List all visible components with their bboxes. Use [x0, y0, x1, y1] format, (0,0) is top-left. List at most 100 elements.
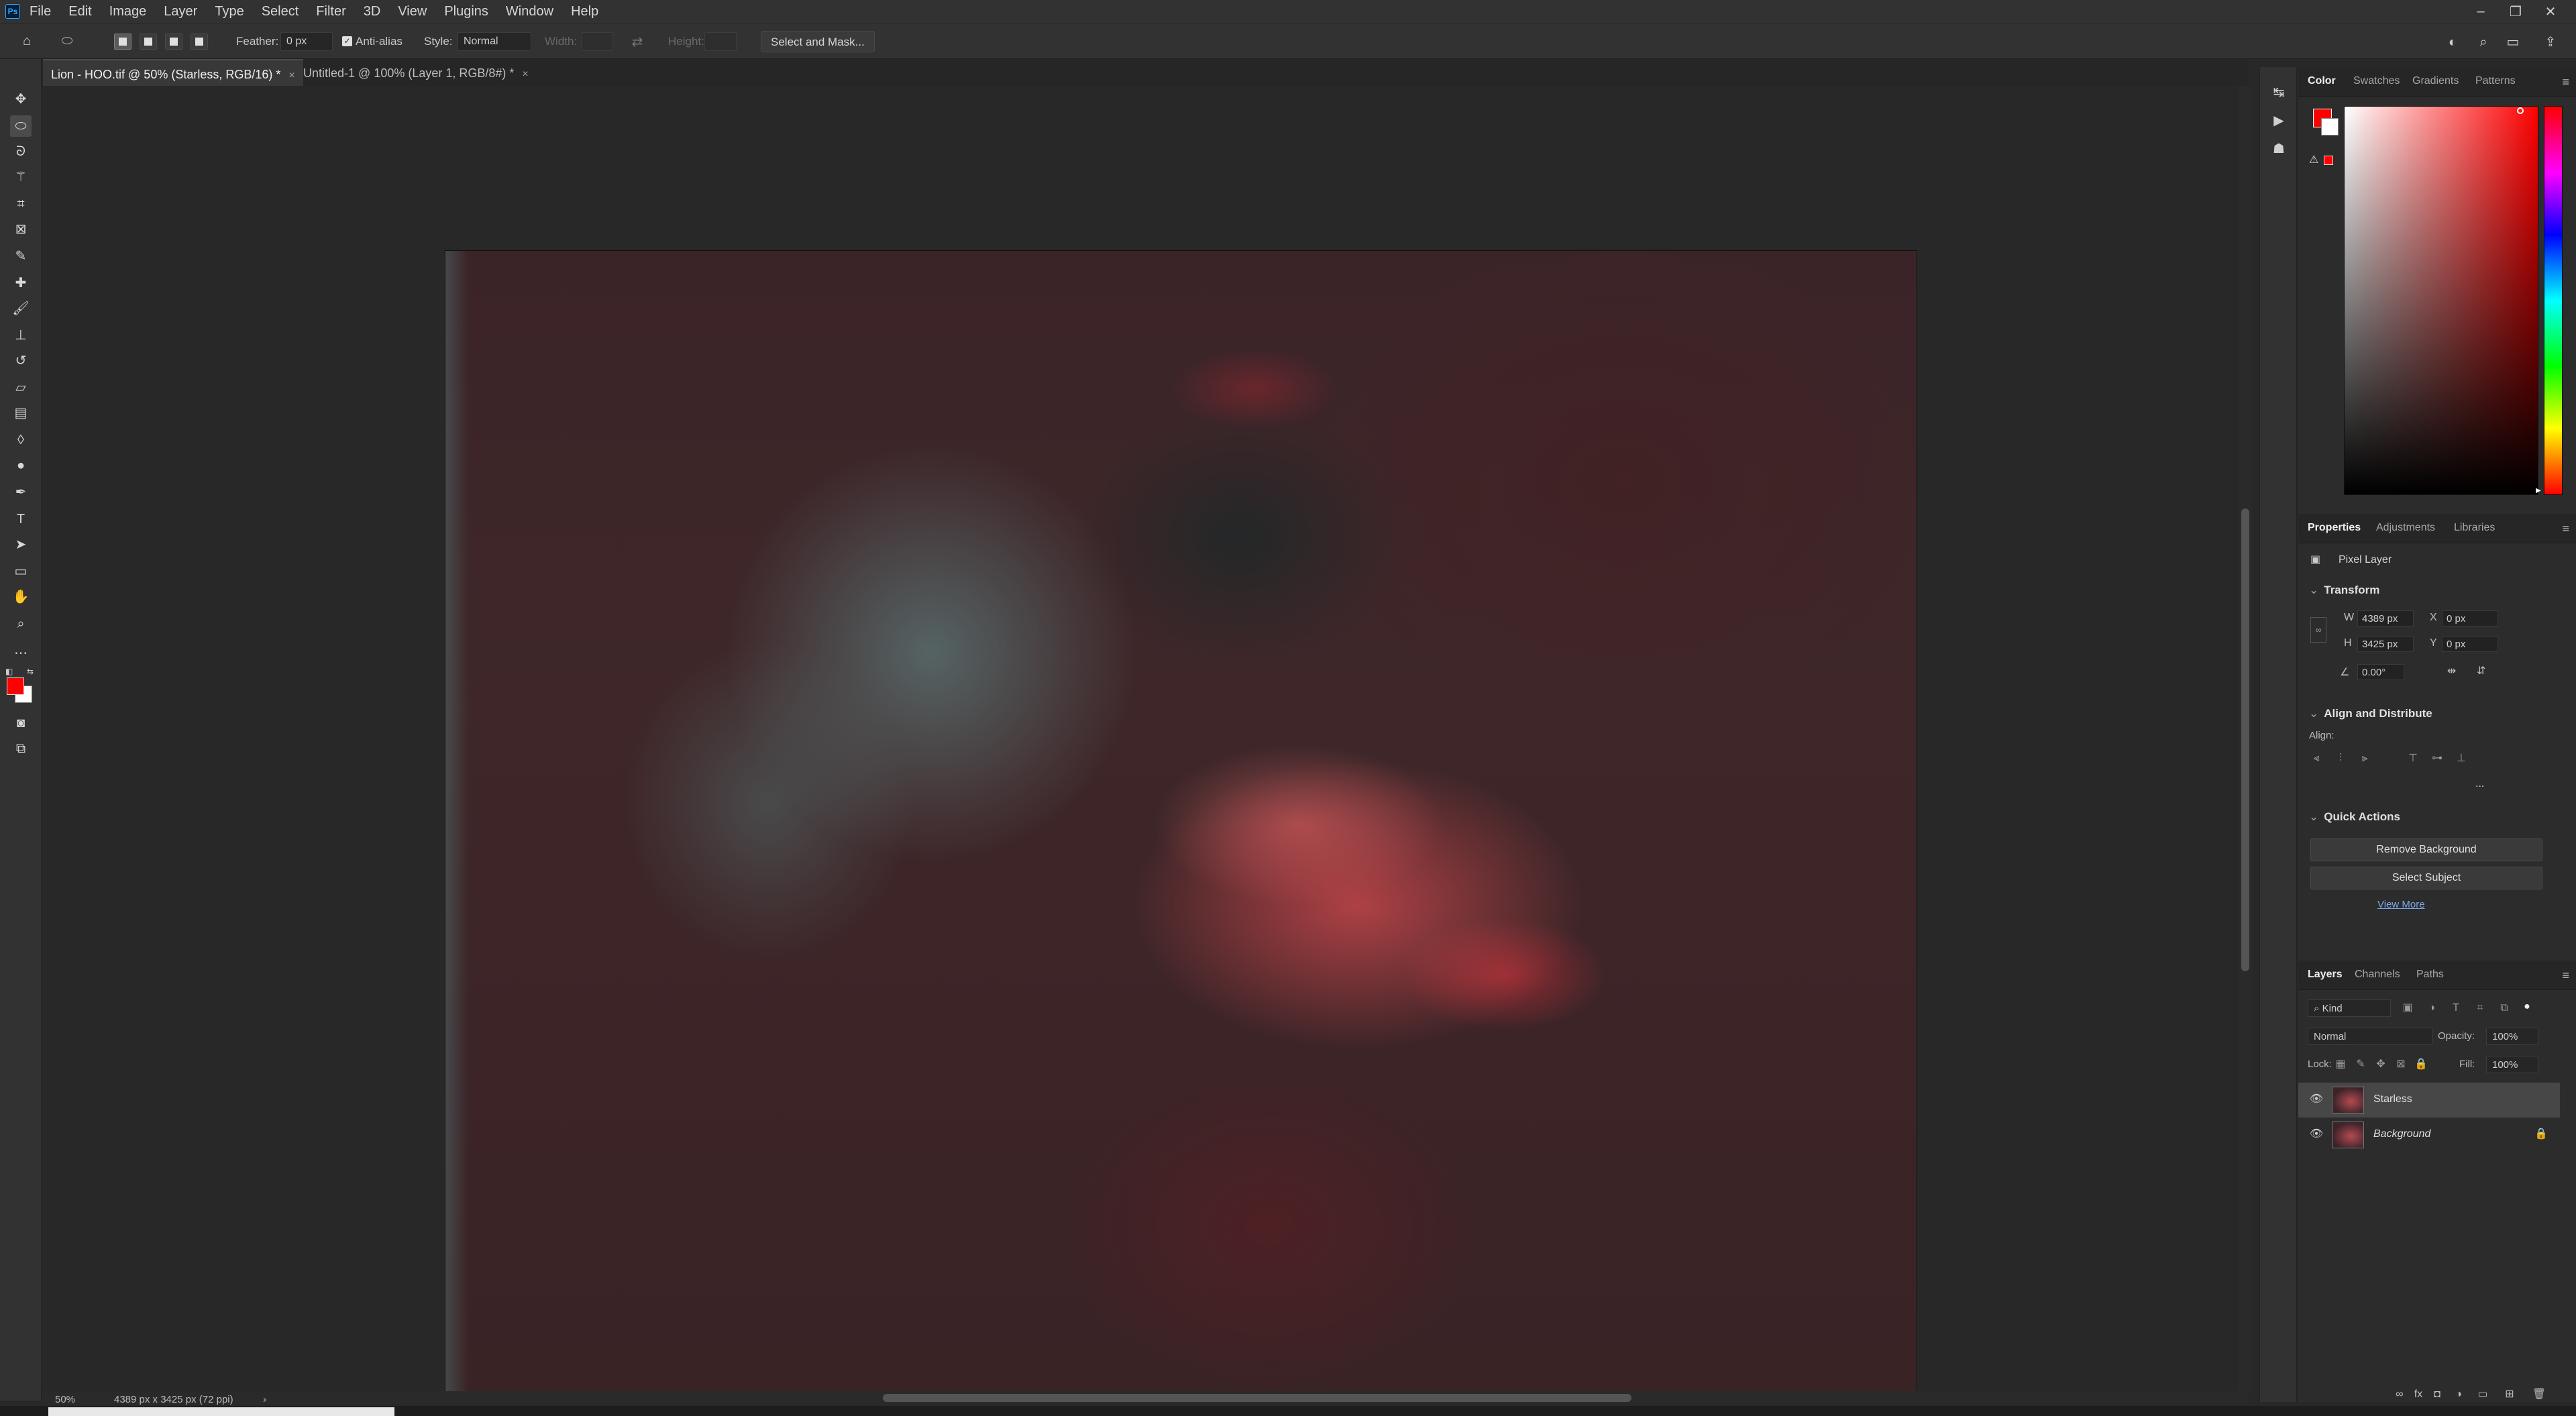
blend-mode-select[interactable]: Normal — [2308, 1028, 2432, 1045]
filter-shape-icon[interactable]: ⌗ — [2473, 1001, 2487, 1016]
quick-mask-icon[interactable]: ◙ — [10, 712, 32, 734]
fill-input[interactable]: 100% — [2486, 1056, 2538, 1073]
remove-background-button[interactable]: Remove Background — [2310, 838, 2542, 861]
layer-thumbnail[interactable] — [2332, 1122, 2364, 1148]
transform-x-input[interactable]: 0 px — [2442, 610, 2498, 627]
antialias-checkbox[interactable]: ✓ — [342, 36, 352, 46]
panel-menu-icon[interactable]: ≡ — [2562, 969, 2569, 983]
transform-y-input[interactable]: 0 px — [2442, 636, 2498, 652]
layer-kind-filter[interactable]: ⌕ Kind — [2308, 999, 2391, 1017]
new-layer-icon[interactable]: ⊞ — [2502, 1387, 2517, 1402]
default-colors-icon[interactable]: ◧ — [5, 667, 13, 676]
menu-layer[interactable]: Layer — [164, 4, 197, 19]
libraries-icon[interactable]: ☗ — [2271, 141, 2287, 157]
style-select[interactable]: Normal — [458, 32, 531, 51]
rectangle-tool-icon[interactable]: ▭ — [10, 561, 32, 582]
gamut-warning-icon[interactable]: ⚠ — [2309, 153, 2318, 166]
horizontal-scroll-thumb[interactable] — [883, 1394, 1631, 1402]
close-window-button[interactable]: ✕ — [2533, 0, 2568, 23]
tab-patterns[interactable]: Patterns — [2475, 75, 2516, 87]
lock-pixels-icon[interactable]: ✎ — [2353, 1057, 2368, 1072]
flip-vertical-icon[interactable]: ⇵ — [2477, 664, 2485, 677]
filter-smart-object-icon[interactable]: ⧉ — [2497, 1001, 2512, 1016]
marquee-tool-icon[interactable]: ⬭ — [10, 115, 32, 137]
link-dimensions-icon[interactable]: ∞ — [2310, 617, 2326, 643]
tab-properties[interactable]: Properties — [2308, 522, 2361, 534]
panel-menu-icon[interactable]: ≡ — [2562, 75, 2569, 89]
eyedropper-tool-icon[interactable]: ✎ — [10, 246, 32, 267]
visibility-eye-icon[interactable]: 👁 — [2309, 1092, 2324, 1107]
new-group-icon[interactable]: ▭ — [2475, 1387, 2490, 1402]
marquee-preset-icon[interactable]: ⬭ — [59, 33, 75, 49]
color-spectrum-field[interactable] — [2344, 106, 2538, 495]
workspace-icon[interactable]: ▭ — [2505, 34, 2521, 50]
nebula-image[interactable] — [445, 250, 1917, 1400]
layer-row-background[interactable]: 👁 Background 🔒 — [2298, 1118, 2560, 1152]
menu-window[interactable]: Window — [506, 4, 553, 19]
edit-toolbar-icon[interactable]: ⋯ — [10, 643, 32, 664]
search-icon[interactable]: ⌕ — [2475, 34, 2491, 50]
opacity-input[interactable]: 100% — [2486, 1028, 2538, 1045]
height-input[interactable] — [704, 32, 737, 51]
menu-edit[interactable]: Edit — [68, 4, 91, 19]
select-and-mask-button[interactable]: Select and Mask... — [761, 31, 875, 52]
tab-paths[interactable]: Paths — [2416, 969, 2444, 981]
menu-plugins[interactable]: Plugins — [444, 4, 488, 19]
hand-tool-icon[interactable]: ✋ — [10, 586, 32, 608]
quick-actions-title[interactable]: Quick Actions — [2309, 810, 2400, 824]
swap-dimensions-icon[interactable]: ⇄ — [629, 34, 645, 50]
pen-tool-icon[interactable]: ✒ — [10, 482, 32, 503]
menu-select[interactable]: Select — [262, 4, 299, 19]
horizontal-scrollbar[interactable] — [42, 1391, 2249, 1405]
eraser-tool-icon[interactable]: ▱ — [10, 377, 32, 398]
move-tool-icon[interactable]: ✥ — [10, 89, 32, 110]
new-adjustment-layer-icon[interactable]: ◑ — [2451, 1387, 2466, 1402]
tab-color[interactable]: Color — [2308, 75, 2336, 87]
layer-thumbnail[interactable] — [2332, 1087, 2364, 1113]
align-right-icon[interactable]: ⫸ — [2357, 751, 2372, 766]
close-tab-icon[interactable]: × — [288, 70, 294, 81]
align-left-icon[interactable]: ⫷ — [2309, 751, 2324, 766]
layer-name[interactable]: Background — [2373, 1128, 2430, 1140]
gamut-color-swatch[interactable] — [2324, 156, 2333, 165]
minimize-button[interactable]: – — [2463, 0, 2498, 23]
lock-transparent-icon[interactable]: ▦ — [2333, 1057, 2348, 1072]
align-center-h-icon[interactable]: ⫶ — [2333, 751, 2348, 766]
vertical-scroll-thumb[interactable] — [2241, 508, 2249, 971]
align-bottom-icon[interactable]: ⊥ — [2454, 751, 2469, 766]
swap-colors-icon[interactable]: ⇆ — [27, 667, 34, 676]
lock-all-icon[interactable]: 🔒 — [2414, 1057, 2428, 1072]
transform-height-input[interactable]: 3425 px — [2357, 636, 2414, 652]
layer-name[interactable]: Starless — [2373, 1093, 2412, 1105]
intersect-selection-mode-button[interactable] — [191, 34, 208, 50]
menu-image[interactable]: Image — [109, 4, 147, 19]
magic-wand-tool-icon[interactable]: ⚚ — [10, 166, 32, 188]
tab-adjustments[interactable]: Adjustments — [2376, 522, 2435, 534]
canvas-workspace[interactable] — [42, 86, 2249, 1400]
link-layers-icon[interactable]: ∞ — [2392, 1387, 2407, 1402]
share-profile-icon[interactable]: ◐ — [2445, 34, 2461, 50]
add-mask-icon[interactable]: ◘ — [2430, 1387, 2445, 1402]
new-selection-mode-button[interactable] — [114, 34, 131, 50]
layer-row-starless[interactable]: 👁 Starless — [2298, 1083, 2560, 1118]
tab-untitled-1[interactable]: Untitled-1 @ 100% (Layer 1, RGB/8#) * × — [295, 59, 537, 86]
healing-brush-tool-icon[interactable]: ✚ — [10, 272, 32, 294]
type-tool-icon[interactable]: T — [10, 508, 32, 530]
feather-input[interactable]: 0 px — [280, 32, 333, 51]
gradient-tool-icon[interactable]: ▤ — [10, 402, 32, 424]
subtract-selection-mode-button[interactable] — [165, 34, 182, 50]
tab-swatches[interactable]: Swatches — [2353, 75, 2400, 87]
tab-lion-hoo[interactable]: Lion - HOO.tif @ 50% (Starless, RGB/16) … — [43, 59, 303, 86]
menu-help[interactable]: Help — [571, 4, 598, 19]
layer-lock-icon[interactable]: 🔒 — [2534, 1127, 2548, 1140]
close-tab-icon[interactable]: × — [522, 68, 528, 80]
transform-width-input[interactable]: 4389 px — [2357, 610, 2414, 627]
filter-type-icon[interactable]: T — [2449, 1001, 2463, 1016]
tab-layers[interactable]: Layers — [2308, 969, 2343, 981]
lock-position-icon[interactable]: ✥ — [2373, 1057, 2388, 1072]
filter-pixel-icon[interactable]: ▣ — [2400, 1001, 2415, 1016]
color-picker-marker[interactable] — [2517, 107, 2524, 114]
lasso-tool-icon[interactable]: ᘐ — [10, 141, 32, 162]
status-menu-arrow[interactable]: › — [263, 1394, 266, 1405]
frame-tool-icon[interactable]: ⊠ — [10, 219, 32, 240]
